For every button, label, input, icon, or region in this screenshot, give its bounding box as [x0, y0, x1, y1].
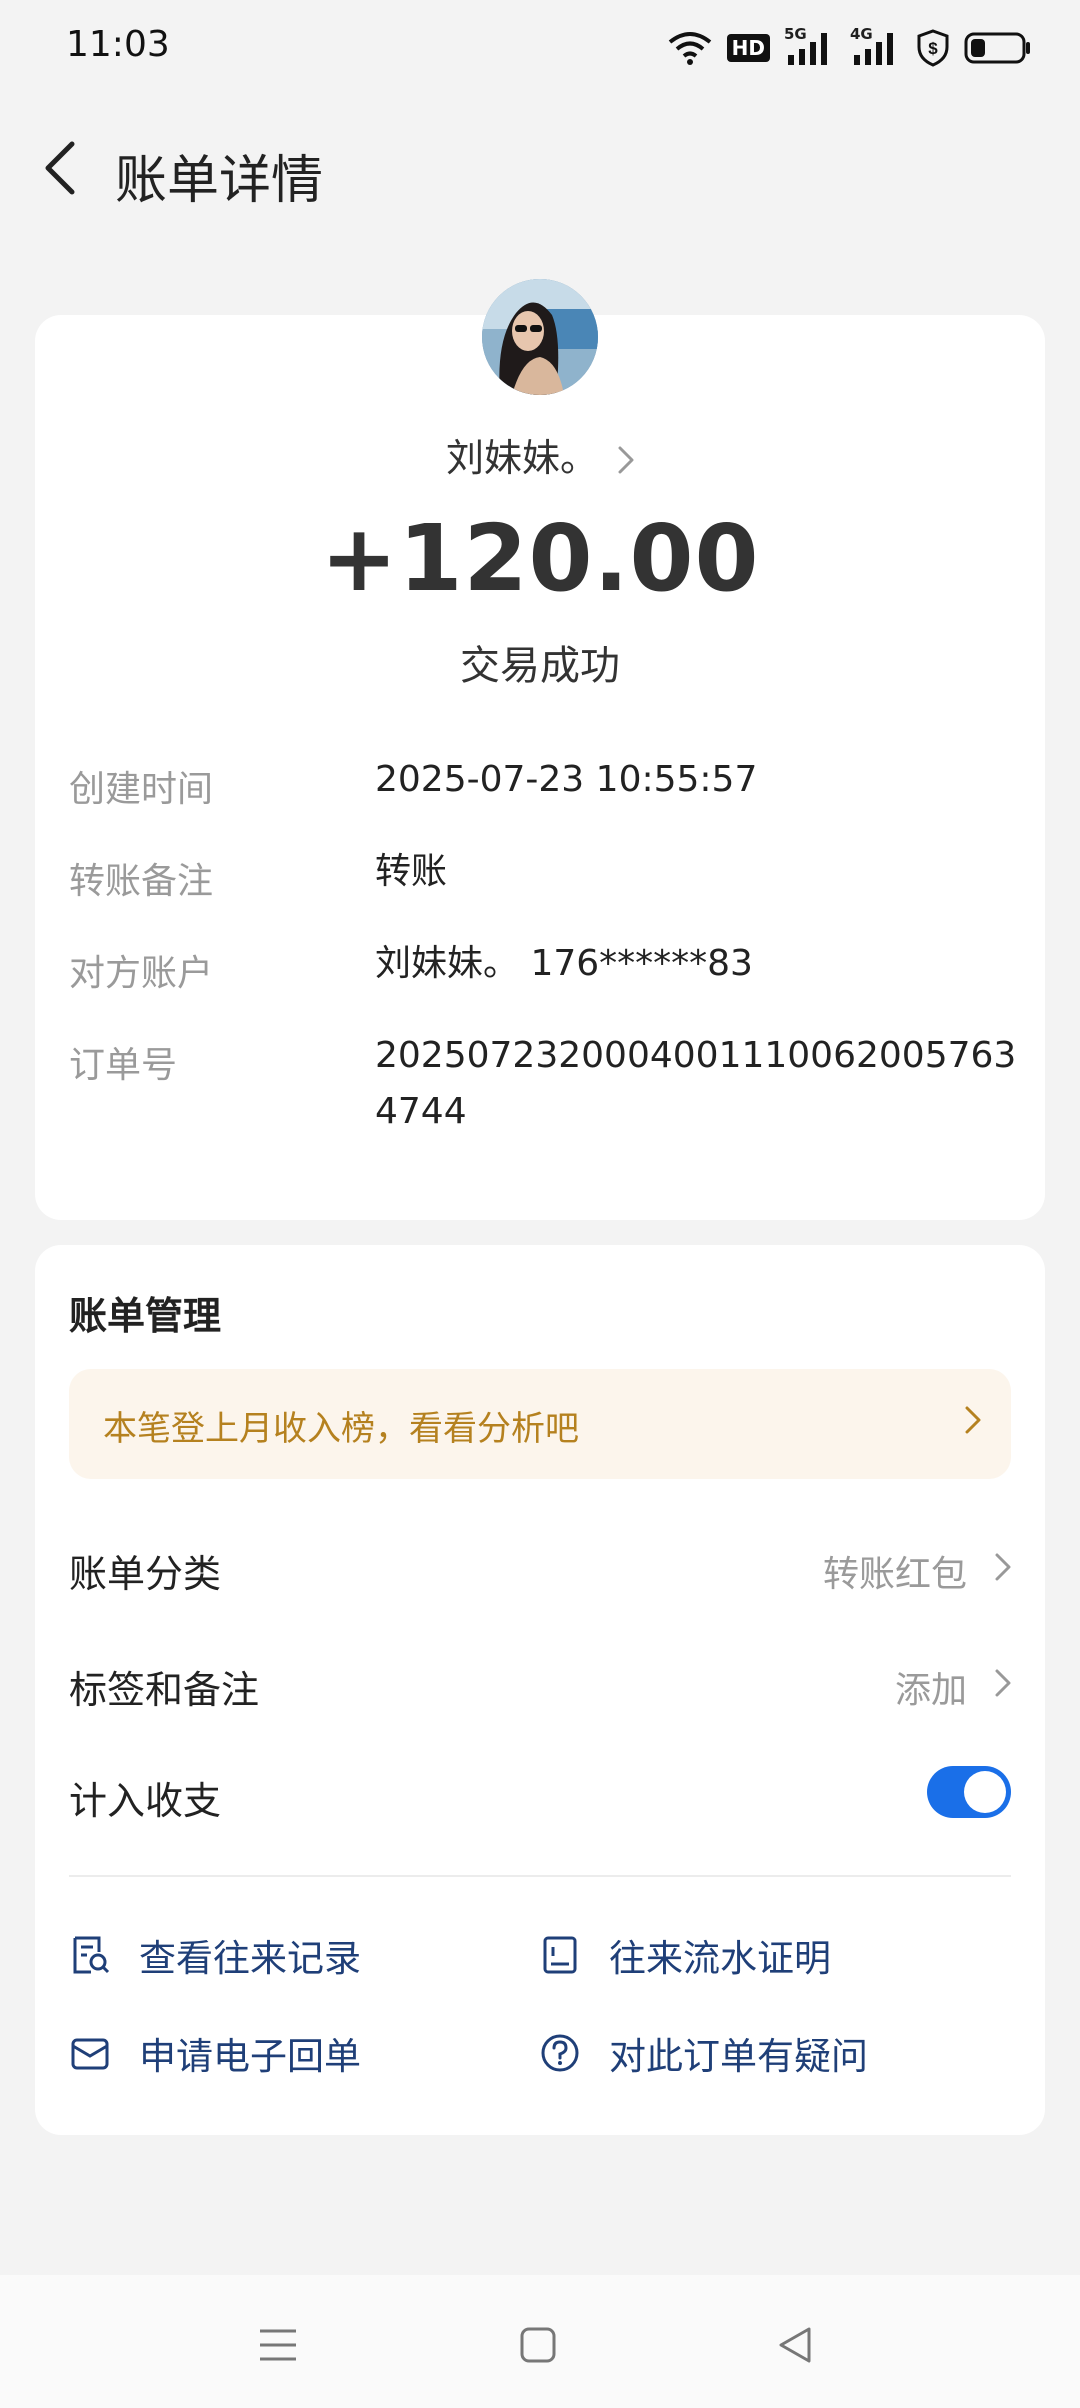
detail-label: 转账备注 [69, 861, 214, 902]
hd-label: HD [731, 36, 765, 60]
detail-row-created-time: 创建时间 2025-07-23 10:55:57 [69, 759, 1029, 820]
status-bar: 11:03 HD 5G 4G $ [0, 0, 1080, 96]
header: 账单详情 [0, 120, 1080, 220]
menu-icon [258, 2327, 298, 2367]
hd-icon: HD [726, 34, 770, 62]
question-icon [539, 2032, 581, 2074]
setting-label: 账单分类 [69, 1552, 222, 1596]
bill-category-row[interactable]: 账单分类 转账红包 [69, 1525, 1011, 1605]
detail-label: 对方账户 [69, 953, 214, 994]
record-search-icon [69, 1934, 111, 1976]
detail-label: 创建时间 [69, 769, 214, 810]
setting-label: 标签和备注 [69, 1668, 260, 1712]
e-receipt-link[interactable]: 申请电子回单 [69, 2023, 361, 2083]
setting-value: 转账红包 [822, 1554, 967, 1595]
wifi-icon [667, 30, 713, 66]
detail-value: 转账 [375, 851, 448, 892]
back-arrow-icon [42, 140, 78, 200]
include-in-budget-row: 计入收支 [69, 1752, 1011, 1832]
order-question-link[interactable]: 对此订单有疑问 [539, 2023, 868, 2083]
detail-label: 订单号 [69, 1045, 178, 1086]
setting-value: 添加 [894, 1670, 967, 1711]
chevron-right-icon [618, 439, 634, 483]
payee-name-link[interactable]: 刘妹妹。 [35, 427, 1045, 483]
vpn-shield-icon: $ [916, 29, 950, 67]
home-square-icon [518, 2325, 558, 2369]
chevron-right-icon [995, 1669, 1011, 1701]
income-ranking-banner[interactable]: 本笔登上月收入榜，看看分析吧 [69, 1369, 1011, 1479]
detail-row-order-number: 订单号 20250723200040011100620057634744 [69, 1035, 1029, 1156]
toggle-knob [964, 1771, 1006, 1813]
link-text: 对此订单有疑问 [609, 2035, 868, 2078]
signal-4g-icon: 4G [850, 25, 902, 67]
detail-row-counterparty-account: 对方账户 刘妹妹。 176******83 [69, 943, 1029, 1004]
transaction-card: 刘妹妹。 +120.00 交易成功 创建时间 2025-07-23 10:55:… [35, 279, 1045, 1220]
chevron-right-icon [995, 1553, 1011, 1585]
include-in-budget-toggle[interactable] [927, 1766, 1011, 1818]
link-text: 申请电子回单 [139, 2035, 361, 2078]
document-icon [539, 1934, 581, 1976]
transaction-proof-link[interactable]: 往来流水证明 [539, 1925, 831, 1985]
amount: +120.00 [320, 505, 760, 612]
tags-notes-row[interactable]: 标签和备注 添加 [69, 1641, 1011, 1721]
svg-text:$: $ [928, 39, 938, 58]
envelope-icon [69, 2032, 111, 2074]
status-time: 11:03 [66, 24, 170, 65]
detail-row-transfer-note: 转账备注 转账 [69, 851, 1029, 912]
bill-management-card: 账单管理 本笔登上月收入榜，看看分析吧 账单分类 转账红包 标签和备注 添加 计… [35, 1245, 1045, 2135]
page-title: 账单详情 [115, 151, 324, 211]
back-triangle-icon [775, 2325, 815, 2369]
divider [69, 1875, 1011, 1877]
payee-name: 刘妹妹。 [445, 436, 598, 480]
back-button[interactable] [30, 140, 90, 200]
payee-avatar[interactable] [482, 279, 598, 395]
detail-value: 刘妹妹。 176******83 [375, 943, 753, 984]
view-history-link[interactable]: 查看往来记录 [69, 1925, 361, 1985]
detail-value: 2025-07-23 10:55:57 [375, 759, 758, 800]
signal-5g-icon: 5G [784, 25, 836, 67]
link-text: 往来流水证明 [609, 1937, 831, 1980]
detail-value: 20250723200040011100620057634744 [375, 1035, 1017, 1132]
promo-text: 本笔登上月收入榜，看看分析吧 [103, 1409, 579, 1449]
link-text: 查看往来记录 [139, 1937, 361, 1980]
status-icons: HD 5G 4G $ [667, 24, 1032, 72]
battery-icon [964, 31, 1032, 65]
transaction-status: 交易成功 [460, 643, 620, 689]
chevron-right-icon [965, 1406, 981, 1438]
nav-menu-button[interactable] [248, 2317, 308, 2377]
system-nav-bar [0, 2275, 1080, 2408]
nav-back-button[interactable] [765, 2317, 825, 2377]
section-title: 账单管理 [69, 1294, 222, 1338]
nav-home-button[interactable] [508, 2317, 568, 2377]
setting-label: 计入收支 [69, 1779, 222, 1823]
